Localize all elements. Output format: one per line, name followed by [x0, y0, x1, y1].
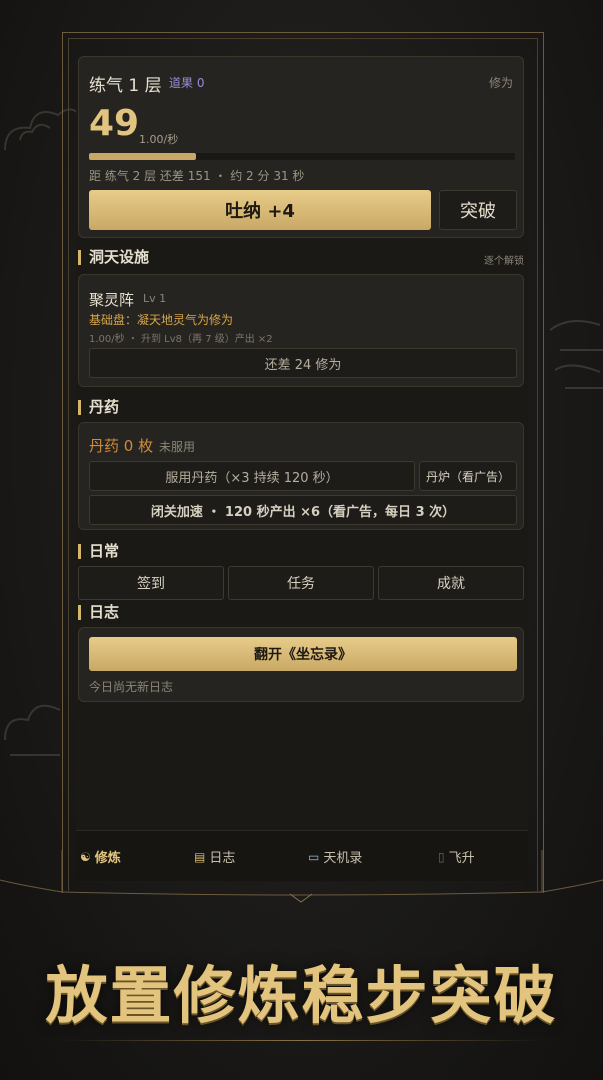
pills-card: 丹药 0 枚 未服用 服用丹药（×3 持续 120 秒） 丹炉（看广告） 闭关加… — [78, 422, 524, 530]
app-screen: 练气 1 层 道果 0 修为 49 1.00/秒 距 练气 2 层 还差 151… — [76, 56, 528, 882]
ascend-icon: ▯ — [438, 849, 445, 864]
next-level-text: 距 练气 2 层 还差 151 ・ 约 2 分 31 秒 — [89, 169, 305, 183]
cultivation-label: 修为 — [488, 76, 513, 90]
breathe-button[interactable]: 吐纳 +4 — [89, 190, 431, 230]
nav-log-label: 日志 — [209, 851, 236, 866]
open-log-button[interactable]: 翻开《坐忘录》 — [89, 637, 517, 671]
cloud-decoration-bottom-left — [4, 704, 61, 756]
headline-underline — [60, 1040, 543, 1041]
facility-name: 聚灵阵 — [89, 291, 135, 309]
facility-level: Lv 1 — [143, 292, 167, 305]
yin-yang-icon: ☯ — [80, 849, 91, 864]
nav-tianji-label: 天机录 — [323, 851, 363, 866]
nav-ascend[interactable]: ▯ 飞升 — [438, 847, 475, 867]
bottom-nav: ☯ 修炼 ▤ 日志 ▭ 天机录 ▯ 飞升 — [76, 830, 528, 881]
log-empty-text: 今日尚无新日志 — [89, 680, 174, 694]
dao-badge: 道果 0 — [169, 76, 205, 90]
pill-count: 丹药 0 枚 — [89, 437, 154, 455]
facility-detail: 1.00/秒 ・ 升到 Lv8（再 7 级）产出 ×2 — [89, 334, 273, 345]
log-title: 日志 — [78, 605, 119, 620]
scroll-icon: ▤ — [194, 849, 206, 864]
cultivation-progress-track — [89, 153, 515, 160]
checkin-button[interactable]: 签到 — [78, 566, 224, 600]
promo-headline: 放置修炼稳步突破 — [45, 959, 558, 1032]
cultivation-progress-fill — [89, 153, 196, 160]
furnace-button[interactable]: 丹炉（看广告） — [419, 461, 517, 491]
retreat-button[interactable]: 闭关加速 ・ 120 秒产出 ×6（看广告，每日 3 次） — [89, 495, 517, 525]
take-pill-button[interactable]: 服用丹药（×3 持续 120 秒） — [89, 461, 415, 491]
pill-status: 未服用 — [159, 440, 196, 454]
nav-cultivate[interactable]: ☯ 修炼 — [80, 847, 121, 867]
breakthrough-button[interactable]: 突破 — [439, 190, 517, 230]
nav-tianji[interactable]: ▭ 天机录 — [308, 847, 363, 867]
facility-upgrade-button[interactable]: 还差 24 修为 — [89, 348, 517, 378]
tasks-button[interactable]: 任务 — [228, 566, 374, 600]
nav-log[interactable]: ▤ 日志 — [194, 847, 236, 867]
facility-card: 聚灵阵 Lv 1 基础盘：凝天地灵气为修为 1.00/秒 ・ 升到 Lv8（再 … — [78, 274, 524, 387]
cultivation-rate: 1.00/秒 — [139, 133, 179, 146]
daily-title: 日常 — [78, 544, 119, 559]
log-card: 翻开《坐忘录》 今日尚无新日志 — [78, 627, 524, 702]
nav-ascend-label: 飞升 — [448, 851, 475, 866]
realm-label: 练气 1 层 — [89, 76, 162, 96]
book-icon: ▭ — [308, 849, 320, 864]
cloud-decoration-right — [549, 320, 603, 389]
pills-title: 丹药 — [78, 400, 119, 415]
nav-cultivate-label: 修炼 — [94, 851, 121, 866]
achievements-button[interactable]: 成就 — [378, 566, 524, 600]
unlock-link[interactable]: 逐个解锁 — [484, 252, 524, 267]
facilities-title: 洞天设施 — [78, 250, 149, 265]
cultivation-value: 49 — [89, 103, 140, 144]
cultivation-card: 练气 1 层 道果 0 修为 49 1.00/秒 距 练气 2 层 还差 151… — [78, 56, 524, 238]
facility-desc: 基础盘：凝天地灵气为修为 — [89, 313, 234, 327]
